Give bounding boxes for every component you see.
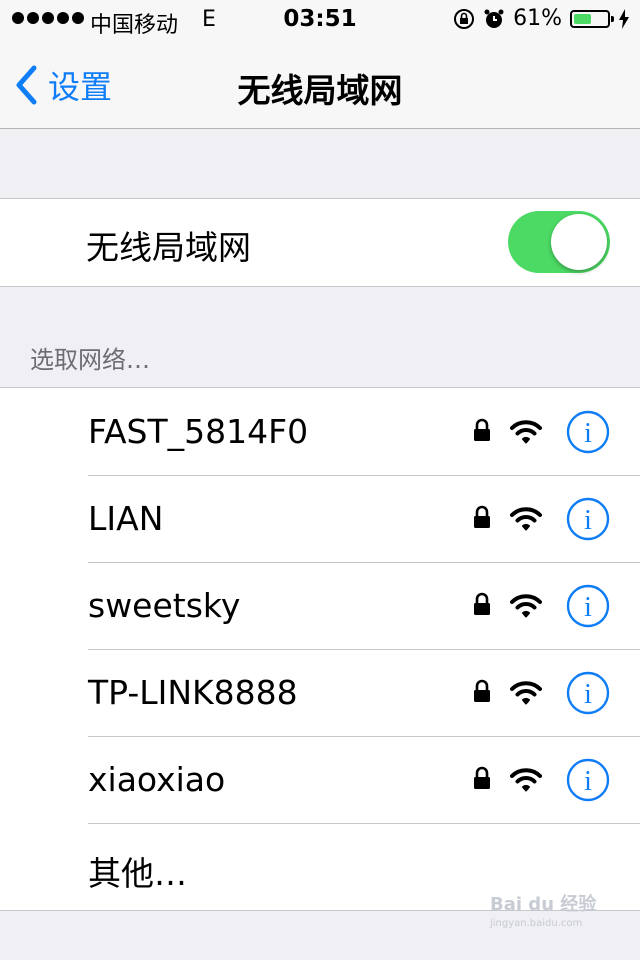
other-network-label: 其他… <box>88 854 187 893</box>
info-button[interactable]: i <box>566 584 610 632</box>
lock-icon <box>472 766 492 794</box>
wifi-toggle-row: 无线局域网 <box>0 198 640 287</box>
toggle-knob <box>551 214 607 270</box>
svg-text:i: i <box>584 418 592 449</box>
status-bar: 中国移动 E 03:51 61% <box>0 0 640 40</box>
network-name: TP-LINK8888 <box>88 673 298 712</box>
info-button[interactable]: i <box>566 758 610 806</box>
page-title: 无线局域网 <box>237 71 403 110</box>
network-row[interactable]: xiaoxiao i <box>0 736 640 823</box>
network-list: FAST_5814F0 i LIAN i sweetsky i TP-LINK8888 i xi… <box>0 387 640 911</box>
battery-fill <box>574 13 591 24</box>
battery-percent: 61% <box>513 6 562 31</box>
wifi-signal-icon <box>510 767 542 797</box>
wifi-toggle-switch[interactable] <box>508 211 610 273</box>
network-row[interactable]: FAST_5814F0 i <box>0 388 640 475</box>
watermark-sub: jingyan.baidu.com <box>490 918 583 929</box>
wifi-signal-icon <box>510 506 542 536</box>
info-button[interactable]: i <box>566 497 610 545</box>
network-name: FAST_5814F0 <box>88 412 309 451</box>
svg-text:i: i <box>584 679 592 710</box>
charging-bolt-icon <box>619 8 629 29</box>
watermark-text: Bai du 经验 <box>490 894 597 915</box>
svg-text:i: i <box>584 592 592 623</box>
lock-icon <box>472 679 492 707</box>
info-button[interactable]: i <box>566 410 610 458</box>
lock-icon <box>472 592 492 620</box>
battery-icon <box>570 9 614 28</box>
network-name: LIAN <box>88 499 164 538</box>
svg-text:i: i <box>584 505 592 536</box>
svg-text:i: i <box>584 766 592 797</box>
section-header-choose-network: 选取网络… <box>30 346 150 374</box>
wifi-signal-icon <box>510 593 542 623</box>
wifi-signal-icon <box>510 680 542 710</box>
network-row[interactable]: LIAN i <box>0 475 640 562</box>
baidu-watermark: Bai du 经验 jingyan.baidu.com <box>490 890 596 929</box>
info-button[interactable]: i <box>566 671 610 719</box>
wifi-toggle-label: 无线局域网 <box>86 228 251 267</box>
network-row[interactable]: sweetsky i <box>0 562 640 649</box>
rotation-lock-icon <box>454 8 475 29</box>
lock-icon <box>472 418 492 446</box>
network-name: xiaoxiao <box>88 760 226 799</box>
wifi-signal-icon <box>510 419 542 449</box>
navigation-bar: 设置 无线局域网 <box>0 40 640 129</box>
status-right-group: 61% <box>453 6 630 31</box>
network-row[interactable]: TP-LINK8888 i <box>0 649 640 736</box>
network-name: sweetsky <box>88 586 241 625</box>
alarm-icon <box>484 9 504 28</box>
lock-icon <box>472 505 492 533</box>
